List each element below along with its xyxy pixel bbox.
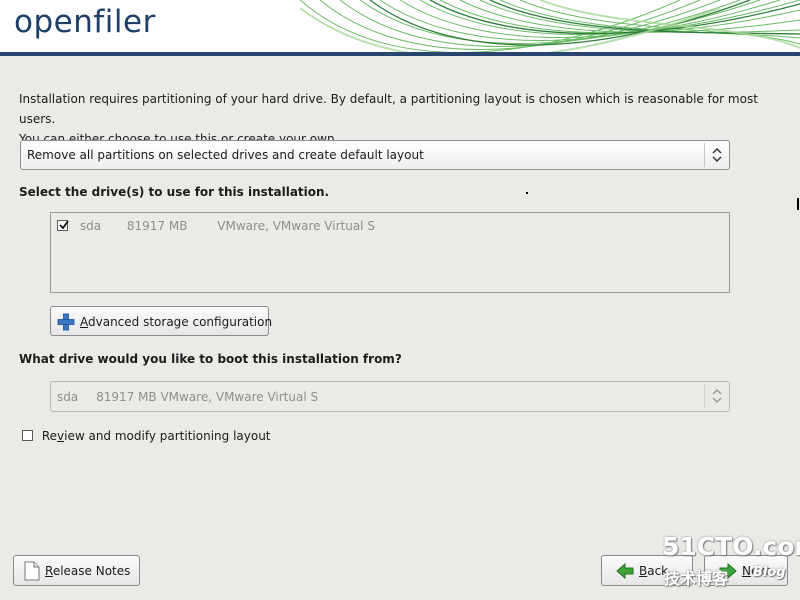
select-arrows-icon	[704, 143, 729, 167]
boot-drive-detail: 81917 MB VMware, VMware Virtual S	[96, 390, 319, 404]
partition-layout-value: Remove all partitions on selected drives…	[27, 148, 424, 162]
stray-dot	[526, 192, 528, 194]
release-notes-label: Release Notes	[45, 564, 131, 578]
drive-row[interactable]: sda 81917 MB VMware, VMware Virtual S	[57, 219, 375, 233]
partition-layout-select[interactable]: Remove all partitions on selected drives…	[20, 140, 730, 170]
openfiler-logo: openfiler	[14, 4, 156, 40]
document-icon	[24, 561, 40, 581]
back-arrow-icon	[616, 562, 634, 580]
select-arrows-icon	[704, 384, 729, 408]
boot-drive-name: sda	[57, 390, 79, 404]
boot-drive-heading: What drive would you like to boot this i…	[19, 352, 402, 366]
watermark-subtitle: 技术博客	[664, 569, 729, 588]
drive-name: sda	[79, 219, 102, 233]
watermark-logo: 51CTO.com	[662, 532, 800, 561]
advanced-storage-label: Advanced storage configuration	[80, 315, 273, 329]
drive-selection-heading: Select the drive(s) to use for this inst…	[19, 185, 330, 199]
header-banner: openfiler	[0, 0, 800, 52]
plus-icon	[57, 313, 75, 331]
checkmark-icon	[59, 220, 69, 230]
drive-list[interactable]: sda 81917 MB VMware, VMware Virtual S	[50, 212, 730, 293]
drive-checkbox[interactable]	[57, 220, 69, 231]
review-partitioning-option[interactable]: Review and modify partitioning layout	[22, 429, 271, 443]
header-rule	[0, 52, 800, 56]
drive-model: VMware, VMware Virtual S	[217, 219, 375, 233]
review-checkbox[interactable]	[22, 430, 33, 441]
advanced-storage-button[interactable]: Advanced storage configuration	[50, 306, 273, 336]
decorative-swirl	[300, 0, 800, 52]
edge-mark	[797, 198, 799, 210]
drive-size: 81917 MB	[126, 219, 188, 233]
watermark-blog: Blog	[753, 565, 786, 580]
boot-drive-select[interactable]: sda 81917 MB VMware, VMware Virtual S	[50, 381, 730, 412]
release-notes-button[interactable]: Release Notes	[13, 555, 140, 586]
review-label: Review and modify partitioning layout	[41, 429, 271, 443]
intro-line-1: Installation requires partitioning of yo…	[19, 92, 758, 126]
